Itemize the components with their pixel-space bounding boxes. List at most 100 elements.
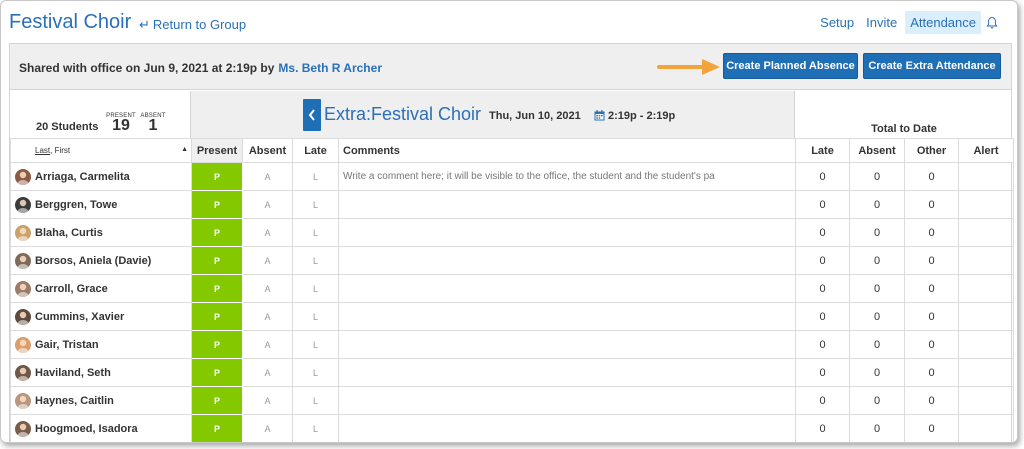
- absent-toggle[interactable]: A: [242, 162, 293, 191]
- total-late-value: 0: [795, 302, 850, 331]
- avatar: [15, 168, 31, 185]
- student-name: Blaha, Curtis: [35, 226, 103, 239]
- student-name-cell[interactable]: Arriaga, Carmelita: [10, 162, 192, 191]
- present-toggle[interactable]: P: [191, 358, 243, 387]
- name-column-header[interactable]: Last, First ▲: [10, 138, 192, 163]
- comment-input[interactable]: [338, 386, 796, 415]
- nav-attendance[interactable]: Attendance: [905, 11, 981, 34]
- event-date: Thu, Jun 10, 2021: [489, 110, 581, 122]
- absent-toggle[interactable]: A: [242, 358, 293, 387]
- student-name-cell[interactable]: Berggren, Towe: [10, 190, 192, 219]
- group-title[interactable]: Festival Choir: [9, 11, 131, 34]
- alert-cell: [958, 414, 1014, 442]
- comments-column-header: Comments: [338, 138, 796, 163]
- event-title: Extra:Festival Choir: [324, 104, 482, 124]
- total-absent-value: 0: [849, 246, 905, 275]
- comment-input[interactable]: [338, 302, 796, 331]
- present-toggle[interactable]: P: [191, 386, 243, 415]
- total-late-value: 0: [795, 358, 850, 387]
- comment-input[interactable]: [338, 414, 796, 442]
- avatar: [15, 196, 31, 213]
- student-name: Berggren, Towe: [35, 198, 118, 211]
- student-name-cell[interactable]: Haynes, Caitlin: [10, 386, 192, 415]
- return-to-group-link[interactable]: ↵ Return to Group: [139, 17, 246, 33]
- sort-up-icon[interactable]: ▲: [181, 146, 188, 153]
- absent-toggle[interactable]: A: [242, 218, 293, 247]
- absent-column-header[interactable]: Absent: [242, 138, 293, 163]
- shared-status: Shared with office on Jun 9, 2021 at 2:1…: [19, 61, 382, 75]
- late-toggle[interactable]: L: [292, 358, 339, 387]
- late-toggle[interactable]: L: [292, 162, 339, 191]
- present-toggle[interactable]: P: [191, 274, 243, 303]
- student-name-cell[interactable]: Hoogmoed, Isadora: [10, 414, 192, 442]
- total-other-value: 0: [904, 162, 959, 191]
- return-link-label: Return to Group: [152, 17, 247, 32]
- student-name-cell[interactable]: Haviland, Seth: [10, 358, 192, 387]
- comment-input[interactable]: [338, 330, 796, 359]
- present-column-header[interactable]: Present: [191, 138, 243, 163]
- avatar: [15, 392, 31, 409]
- absent-toggle[interactable]: A: [242, 330, 293, 359]
- student-name-cell[interactable]: Borsos, Aniela (Davie): [10, 246, 192, 275]
- late-toggle[interactable]: L: [292, 246, 339, 275]
- late-toggle[interactable]: L: [292, 386, 339, 415]
- late-toggle[interactable]: L: [292, 218, 339, 247]
- student-name-cell[interactable]: Blaha, Curtis: [10, 218, 192, 247]
- present-toggle[interactable]: P: [191, 414, 243, 442]
- table-row: Borsos, Aniela (Davie) P A L 0 0 0: [10, 246, 1014, 275]
- table-row: Berggren, Towe P A L 0 0 0: [10, 190, 1014, 219]
- table-row: Haynes, Caitlin P A L 0 0 0: [10, 386, 1014, 415]
- total-other-value: 0: [904, 358, 959, 387]
- student-name-cell[interactable]: Carroll, Grace: [10, 274, 192, 303]
- create-extra-attendance-button[interactable]: Create Extra Attendance: [863, 53, 1001, 79]
- app-window: Festival Choir ↵ Return to Group Setup In…: [0, 0, 1018, 443]
- student-name: Carroll, Grace: [35, 282, 108, 295]
- late-toggle[interactable]: L: [292, 330, 339, 359]
- absent-toggle[interactable]: A: [242, 190, 293, 219]
- previous-event-button[interactable]: [303, 99, 321, 131]
- total-to-date-header: Total to Date: [795, 91, 1013, 138]
- table-row: Hoogmoed, Isadora P A L 0 0 0: [10, 414, 1014, 442]
- last-name-sort-label[interactable]: Last: [35, 146, 50, 155]
- comment-input[interactable]: [338, 246, 796, 275]
- nav-setup[interactable]: Setup: [816, 12, 858, 33]
- late-toggle[interactable]: L: [292, 274, 339, 303]
- absent-toggle[interactable]: A: [242, 386, 293, 415]
- total-absent-value: 0: [849, 274, 905, 303]
- avatar: [15, 364, 31, 381]
- present-toggle[interactable]: P: [191, 246, 243, 275]
- alert-cell: [958, 274, 1014, 303]
- late-toggle[interactable]: L: [292, 414, 339, 442]
- bell-icon[interactable]: [985, 16, 999, 30]
- comment-input[interactable]: [338, 358, 796, 387]
- late-column-header[interactable]: Late: [292, 138, 339, 163]
- student-name-cell[interactable]: Cummins, Xavier: [10, 302, 192, 331]
- comment-input[interactable]: [338, 190, 796, 219]
- nav-invite[interactable]: Invite: [862, 12, 901, 33]
- present-toggle[interactable]: P: [191, 330, 243, 359]
- total-late-value: 0: [795, 246, 850, 275]
- create-planned-absence-button[interactable]: Create Planned Absence: [723, 53, 858, 79]
- present-toggle[interactable]: P: [191, 190, 243, 219]
- absent-toggle[interactable]: A: [242, 414, 293, 442]
- late-toggle[interactable]: L: [292, 190, 339, 219]
- present-toggle[interactable]: P: [191, 302, 243, 331]
- present-toggle[interactable]: P: [191, 218, 243, 247]
- absent-toggle[interactable]: A: [242, 302, 293, 331]
- comment-input[interactable]: Write a comment here; it will be visible…: [338, 162, 796, 191]
- alert-cell: [958, 358, 1014, 387]
- pointer-arrow-icon: [657, 59, 720, 75]
- absent-toggle[interactable]: A: [242, 274, 293, 303]
- present-toggle[interactable]: P: [191, 162, 243, 191]
- student-name-cell[interactable]: Gair, Tristan: [10, 330, 192, 359]
- comment-input[interactable]: [338, 218, 796, 247]
- absent-toggle[interactable]: A: [242, 246, 293, 275]
- shared-by-link[interactable]: Ms. Beth R Archer: [278, 61, 382, 75]
- top-navigation: Festival Choir ↵ Return to Group Setup In…: [1, 1, 1017, 43]
- total-absent-value: 0: [849, 190, 905, 219]
- late-toggle[interactable]: L: [292, 302, 339, 331]
- comment-input[interactable]: [338, 274, 796, 303]
- attendance-panel: Shared with office on Jun 9, 2021 at 2:1…: [9, 43, 1014, 442]
- total-absent-value: 0: [849, 414, 905, 442]
- student-summary: 20 Students PRESENT 19 ABSENT 1: [10, 91, 191, 138]
